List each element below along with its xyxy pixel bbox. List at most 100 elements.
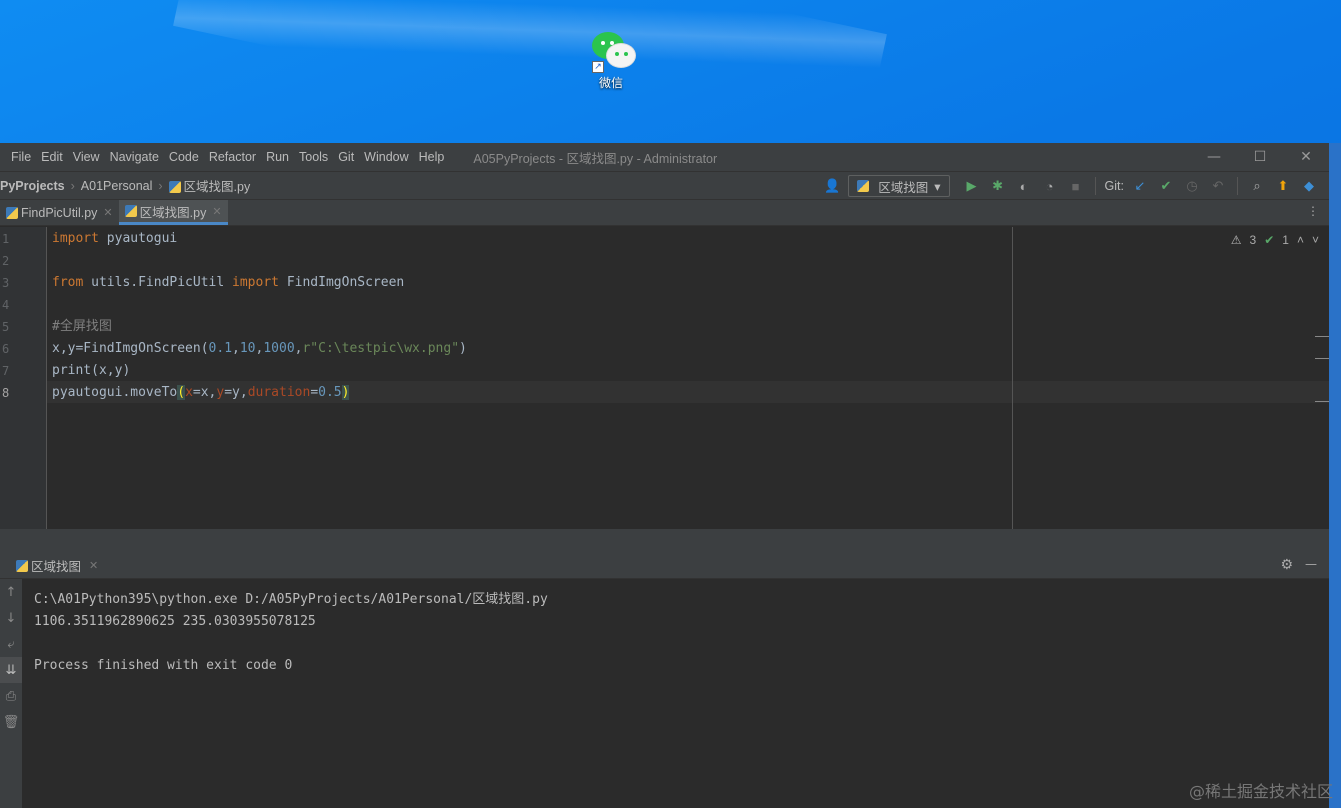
code-line: import pyautogui xyxy=(52,231,178,246)
profile-icon[interactable]: ◔ xyxy=(1040,176,1060,196)
history-icon[interactable]: ◷ xyxy=(1182,176,1202,196)
rollback-icon[interactable]: ↶ xyxy=(1208,176,1228,196)
menu-navigate[interactable]: Navigate xyxy=(105,150,164,164)
python-file-icon xyxy=(6,206,18,219)
line-number-gutter: 1 2 3 4 5 6 7 8 xyxy=(0,227,47,529)
run-tab-label: 区域找图 xyxy=(31,560,82,574)
breadcrumb-project[interactable]: PyProjects xyxy=(0,179,69,193)
arrow-down-icon[interactable]: ↓ xyxy=(0,605,22,631)
panel-splitter[interactable] xyxy=(0,529,1329,553)
code-line: print(x,y) xyxy=(52,363,131,378)
wechat-icon: ↗ xyxy=(586,28,636,73)
right-margin-guide xyxy=(1012,227,1013,529)
code-line: from utils.FindPicUtil import FindImgOnS… xyxy=(52,275,405,290)
menu-window[interactable]: Window xyxy=(359,150,413,164)
close-tab-icon[interactable]: ✕ xyxy=(212,205,221,218)
tab-findpicutil[interactable]: FindPicUtil.py ✕ xyxy=(0,200,119,225)
user-icon[interactable]: 👤 xyxy=(822,176,842,196)
code-line: pyautogui.moveTo(x=x,y=y,duration=0.5) xyxy=(52,385,350,400)
run-icon[interactable]: ▶ xyxy=(962,176,982,196)
desktop-edge xyxy=(1329,143,1341,808)
gear-icon[interactable]: ⚙ xyxy=(1280,557,1293,573)
trash-icon[interactable]: 🗑 xyxy=(0,709,22,735)
line-number: 6 xyxy=(2,342,10,356)
line-number: 2 xyxy=(2,254,10,268)
coverage-icon[interactable]: ◐ xyxy=(1014,176,1034,196)
line-number: 4 xyxy=(2,298,10,312)
menu-edit[interactable]: Edit xyxy=(36,150,68,164)
warning-icon: ⚠ xyxy=(1230,233,1242,247)
scroll-mark xyxy=(1315,358,1329,359)
toolbar-divider xyxy=(1237,177,1238,195)
toolbar-divider xyxy=(1094,177,1096,195)
tab-label: FindPicUtil.py xyxy=(21,205,98,220)
check-icon: ✔ xyxy=(1264,233,1275,247)
breadcrumb-folder[interactable]: A01Personal xyxy=(77,179,157,193)
code-editor[interactable]: 1 2 3 4 5 6 7 8 import pyautogui from ut… xyxy=(0,227,1329,529)
ok-count: 1 xyxy=(1282,233,1289,247)
menu-file[interactable]: File xyxy=(0,150,36,164)
shortcut-arrow-icon: ↗ xyxy=(592,61,604,73)
line-number: 5 xyxy=(2,320,10,334)
menu-code[interactable]: Code xyxy=(164,150,204,164)
print-icon[interactable]: ⎙ xyxy=(0,683,22,709)
inspection-widget[interactable]: ⚠ 3 ✔ 1 ˄ ˅ xyxy=(1231,233,1319,247)
scroll-to-end-icon[interactable]: ⇊ xyxy=(0,657,22,683)
soft-wrap-icon[interactable]: ⤶ xyxy=(0,631,22,657)
wechat-desktop-shortcut[interactable]: ↗ 微信 xyxy=(580,28,642,91)
run-tool-window: 区域找图 ✕ ⚙ — ↑ ↓ ⤶ ⇊ ⎙ 🗑 C:\A01Python395\py… xyxy=(0,553,1329,808)
desktop-icon-label: 微信 xyxy=(598,76,623,90)
tab-active-file[interactable]: 区域找图.py ✕ xyxy=(118,200,228,225)
scroll-mark xyxy=(1315,401,1329,402)
python-file-icon xyxy=(16,559,28,572)
chevron-right-icon: › xyxy=(158,178,163,193)
close-button[interactable]: ✕ xyxy=(1283,143,1329,171)
chevron-up-icon[interactable]: ˄ xyxy=(1297,233,1304,247)
menu-run[interactable]: Run xyxy=(261,150,294,164)
maximize-button[interactable]: ☐ xyxy=(1237,143,1283,171)
git-label: Git: xyxy=(1104,179,1124,193)
python-file-icon xyxy=(857,180,870,192)
update-icon[interactable]: ⬆ xyxy=(1273,176,1293,196)
navigation-bar: PyProjects › A01Personal › 区域找图.py 👤 区域找… xyxy=(0,171,1329,200)
more-icon[interactable]: ⋮ xyxy=(1307,204,1319,218)
git-commit-icon[interactable]: ✔ xyxy=(1156,176,1176,196)
hide-icon[interactable]: — xyxy=(1305,557,1317,571)
run-config-label: 区域找图 xyxy=(878,180,929,195)
run-config-select[interactable]: 区域找图 ▾ xyxy=(848,175,950,197)
stop-icon[interactable]: ■ xyxy=(1066,176,1086,196)
chevron-right-icon: › xyxy=(70,178,75,193)
watermark: @稀土掘金技术社区 xyxy=(1188,782,1333,801)
line-number: 8 xyxy=(2,386,10,400)
close-tab-icon[interactable]: ✕ xyxy=(89,559,98,572)
search-icon[interactable]: ⌕ xyxy=(1247,176,1267,196)
console-output[interactable]: C:\A01Python395\python.exe D:/A05PyProje… xyxy=(34,589,548,677)
menu-refactor[interactable]: Refactor xyxy=(204,150,261,164)
git-update-icon[interactable]: ↙ xyxy=(1130,176,1150,196)
breadcrumb-file[interactable]: 区域找图.py xyxy=(165,176,255,195)
arrow-up-icon[interactable]: ↑ xyxy=(0,579,22,605)
plugin-icon[interactable]: ◆ xyxy=(1299,176,1319,196)
scroll-mark xyxy=(1315,336,1329,337)
menu-help[interactable]: Help xyxy=(414,150,450,164)
chevron-down-icon: ▾ xyxy=(934,179,941,194)
editor-tab-bar: FindPicUtil.py ✕ 区域找图.py ✕ ⋮ xyxy=(0,200,1329,226)
code-line: x,y=FindImgOnScreen(0.1,10,1000,r"C:\tes… xyxy=(52,341,467,356)
line-number: 1 xyxy=(2,232,10,246)
menu-view[interactable]: View xyxy=(68,150,105,164)
console-line: 1106.3511962890625 235.0303955078125 xyxy=(34,614,316,629)
minimize-button[interactable]: — xyxy=(1191,143,1237,171)
run-tab[interactable]: 区域找图 ✕ xyxy=(0,553,108,579)
warning-count: 3 xyxy=(1249,233,1257,247)
console-line: Process finished with exit code 0 xyxy=(34,658,293,673)
close-tab-icon[interactable]: ✕ xyxy=(103,206,112,219)
code-line: #全屏找图 xyxy=(52,319,112,334)
chevron-down-icon[interactable]: ˅ xyxy=(1312,233,1319,247)
window-title: A05PyProjects - 区域找图.py - Administrator xyxy=(473,151,718,166)
console-line: C:\A01Python395\python.exe D:/A05PyProje… xyxy=(34,592,548,607)
debug-icon[interactable]: ✱ xyxy=(988,176,1008,196)
menu-tools[interactable]: Tools xyxy=(294,150,333,164)
python-file-icon xyxy=(168,181,181,193)
menu-git[interactable]: Git xyxy=(333,150,359,164)
